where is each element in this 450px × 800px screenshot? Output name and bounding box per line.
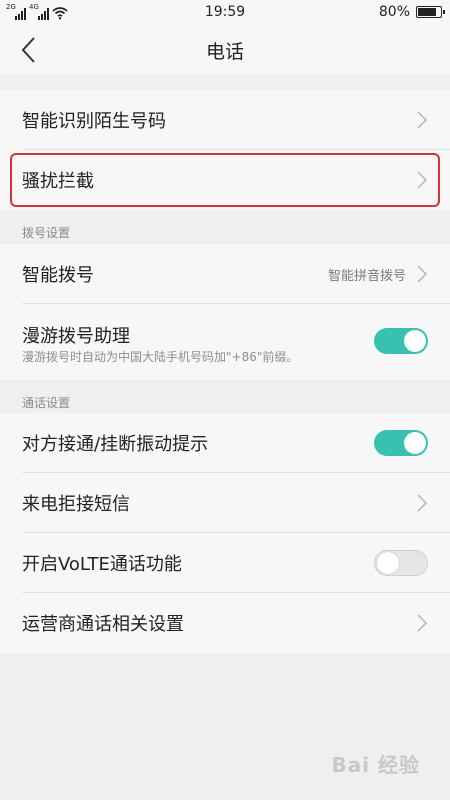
chevron-right-icon [417,494,428,512]
chevron-right-icon [417,265,428,283]
row-label: 开启VoLTE通话功能 [22,554,182,575]
chevron-right-icon [417,111,428,129]
battery-level-fill [418,8,436,16]
row-subtitle: 漫游拨号时自动为中国大陆手机号码加"+86"前缀。 [22,350,299,364]
row-label: 智能识别陌生号码 [22,111,166,132]
row-label: 运营商通话相关设置 [22,614,184,635]
row-value: 智能拼音拨号 [327,269,406,284]
roaming-assistant-toggle[interactable] [374,328,428,354]
battery-icon [416,6,445,18]
toggle-knob [377,552,399,574]
row-reject-sms[interactable]: 来电拒接短信 [22,473,450,533]
dial-settings-group: 智能拨号 智能拼音拨号 漫游拨号助理 漫游拨号时自动为中国大陆手机号码加"+86… [0,244,450,380]
row-volte: 开启VoLTE通话功能 [22,533,450,593]
row-label: 骚扰拦截 [22,171,94,192]
chevron-right-icon [417,171,428,189]
row-smart-identify[interactable]: 智能识别陌生号码 [22,90,450,150]
battery-area: 80% [378,4,445,20]
row-label: 对方接通/挂断振动提示 [22,434,209,455]
security-group: 智能识别陌生号码 骚扰拦截 [0,90,450,210]
call-settings-group: 对方接通/挂断振动提示 来电拒接短信 开启VoLTE通话功能 运营商通话相关设置 [0,413,450,653]
row-roaming-dial-assistant: 漫游拨号助理 漫游拨号时自动为中国大陆手机号码加"+86"前缀。 [22,304,450,380]
page-title: 电话 [205,41,244,63]
row-label: 智能拨号 [22,265,94,286]
section-header-call: 通话设置 [22,396,71,410]
row-smart-dial[interactable]: 智能拨号 智能拼音拨号 [22,244,450,304]
volte-toggle[interactable] [374,550,428,576]
vibrate-toggle[interactable] [374,430,428,456]
row-label: 来电拒接短信 [22,494,130,515]
toggle-knob [404,330,426,352]
toggle-knob [404,432,426,454]
section-header-dial: 拨号设置 [22,226,71,240]
chevron-right-icon [417,614,428,632]
row-harassment-block[interactable]: 骚扰拦截 [22,150,450,210]
nav-bar: 电话 [0,26,450,74]
battery-percent: 80% [378,4,410,20]
status-bar: 2G 4G 19:59 80% [0,0,450,26]
baidu-watermark: Bai 经验 [331,753,420,777]
row-vibrate-on-connect: 对方接通/挂断振动提示 [22,413,450,473]
row-carrier-settings[interactable]: 运营商通话相关设置 [22,593,450,653]
row-label: 漫游拨号助理 [22,326,130,347]
